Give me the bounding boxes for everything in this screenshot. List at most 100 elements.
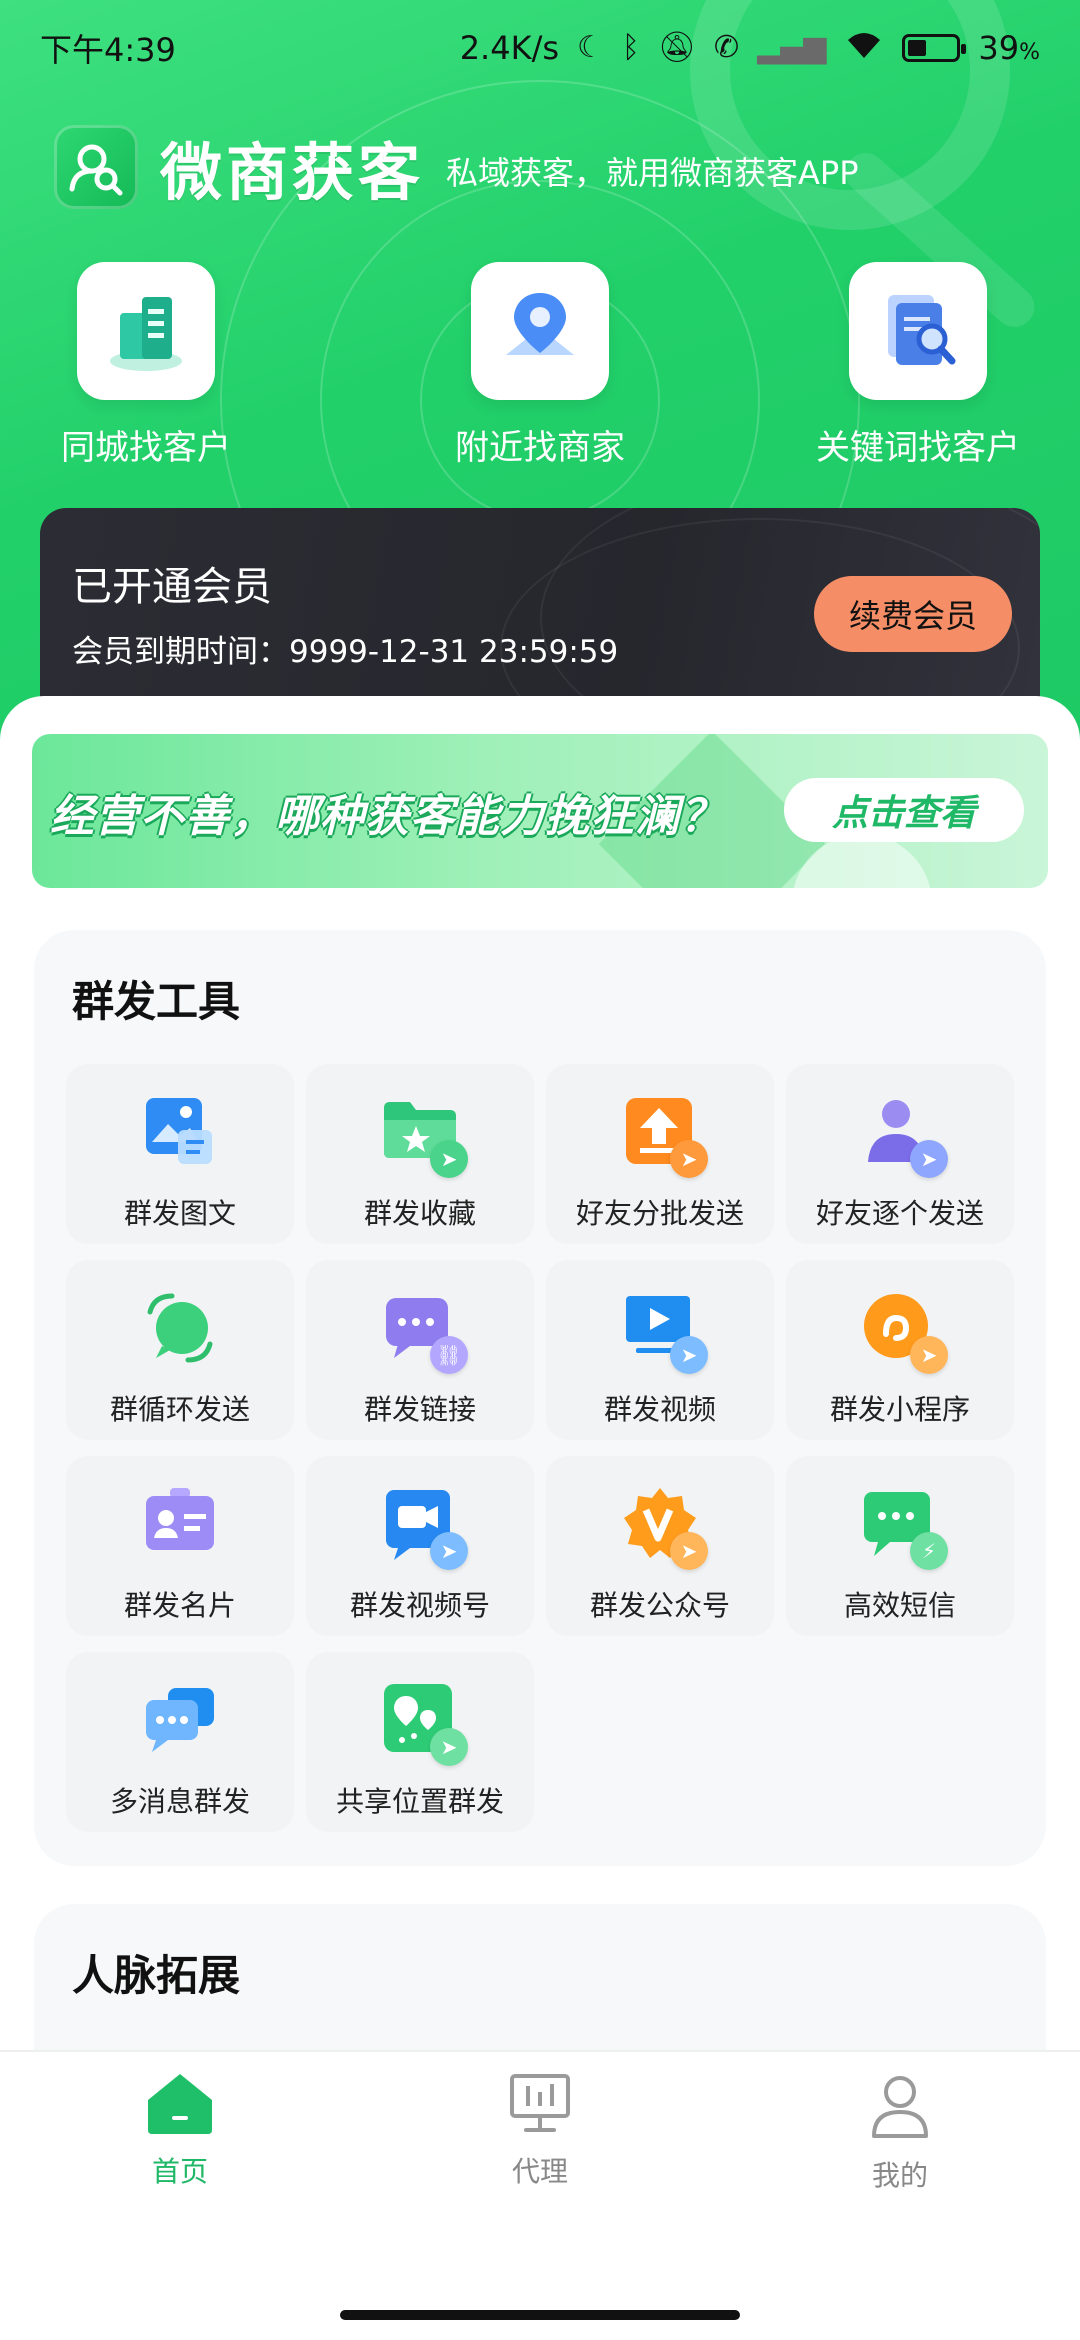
bottom-tab-bar: 首页 代理 我的: [0, 2050, 1080, 2340]
tab-label: 我的: [871, 2159, 928, 2192]
official-account-icon: ➤: [620, 1484, 708, 1570]
tool-label: 群发链接: [363, 1393, 476, 1426]
tool-label: 好友分批发送: [575, 1197, 744, 1230]
send-badge-icon: ➤: [430, 1140, 468, 1178]
upload-batch-icon: ➤: [620, 1092, 708, 1178]
network-speed: 2.4K/s: [459, 29, 560, 67]
shared-location-icon: ➤: [380, 1680, 468, 1766]
content-sheet: 经营不善，哪种获客能力挽狂澜？ 点击查看 群发工具 群发图文 ➤ 群发收藏 ➤ …: [0, 696, 1080, 2104]
bulk-send-tools-section: 群发工具 群发图文 ➤ 群发收藏 ➤ 好友分批发送 ➤ 好友逐个发送 群循环发送…: [34, 930, 1046, 1866]
tool-item-bulk-link[interactable]: ⛓ 群发链接: [306, 1260, 534, 1440]
app-slogan: 私域获客，就用微商获客APP: [446, 154, 859, 192]
tool-item-shared-location[interactable]: ➤ 共享位置群发: [306, 1652, 534, 1832]
wifi-icon: [844, 30, 884, 66]
tab-label: 代理: [511, 2155, 568, 2188]
membership-title: 已开通会员: [72, 564, 272, 610]
brand-header: 微商获客 私域获客，就用微商获客APP: [54, 122, 859, 212]
tool-label: 群发名片: [123, 1589, 236, 1622]
sms-flash-icon: ⚡: [860, 1484, 948, 1570]
send-badge-icon: ➤: [670, 1336, 708, 1374]
quick-action-nearby-merchants[interactable]: 附近找商家: [410, 262, 670, 469]
bluetooth-icon: ᛒ: [621, 30, 640, 65]
app-name: 微商获客: [160, 136, 425, 209]
tool-item-efficient-sms[interactable]: ⚡ 高效短信: [786, 1456, 1014, 1636]
tool-label: 群循环发送: [109, 1393, 250, 1426]
tool-label: 群发收藏: [363, 1197, 476, 1230]
send-badge-icon: ➤: [430, 1728, 468, 1766]
status-bar: 下午4:39 2.4K/s ☾ ᛒ 🔕︎ ✆ ▂▄▆ 39%: [0, 0, 1080, 96]
link-badge-icon: ⛓: [430, 1336, 468, 1374]
home-indicator[interactable]: [340, 2310, 740, 2320]
tool-item-bulk-favorites[interactable]: ➤ 群发收藏: [306, 1064, 534, 1244]
tool-label: 好友逐个发送: [815, 1197, 984, 1230]
promo-headline: 经营不善，哪种获客能力挽狂澜？: [50, 791, 725, 842]
tab-label: 首页: [151, 2155, 208, 2188]
bell-muted-icon: 🔕︎: [657, 30, 697, 65]
tool-item-bulk-video[interactable]: ➤ 群发视频: [546, 1260, 774, 1440]
tool-item-bulk-business-card[interactable]: 群发名片: [66, 1456, 294, 1636]
section-title: 人脉拓展: [72, 1951, 241, 2000]
app-logo-icon: [54, 125, 138, 209]
folder-star-icon: ➤: [380, 1092, 468, 1178]
send-badge-icon: ➤: [910, 1140, 948, 1178]
user-send-icon: ➤: [860, 1092, 948, 1178]
header-hero: 下午4:39 2.4K/s ☾ ᛒ 🔕︎ ✆ ▂▄▆ 39% 微商获客 私域获客…: [0, 0, 1080, 760]
tab-home[interactable]: 首页: [80, 2072, 280, 2190]
multi-message-icon: [140, 1680, 220, 1760]
home-icon: [80, 2072, 280, 2140]
tool-label: 共享位置群发: [335, 1785, 504, 1818]
send-badge-icon: ➤: [670, 1532, 708, 1570]
quick-actions: 同城找客户 附近找商家 关键词找客户: [0, 262, 1080, 472]
tool-item-bulk-video-channel[interactable]: ➤ 群发视频号: [306, 1456, 534, 1636]
video-play-icon: ➤: [620, 1288, 708, 1374]
video-channel-icon: ➤: [380, 1484, 468, 1570]
map-pin-icon: [471, 262, 609, 400]
building-icon: [77, 262, 215, 400]
tool-label: 群发小程序: [829, 1393, 970, 1426]
tool-label: 高效短信: [843, 1589, 956, 1622]
document-search-icon: [849, 262, 987, 400]
send-badge-icon: ➤: [430, 1532, 468, 1570]
status-time: 下午4:39: [40, 31, 176, 69]
tool-label: 群发图文: [123, 1197, 236, 1230]
image-text-icon: [140, 1092, 220, 1172]
tool-label: 群发视频号: [349, 1589, 490, 1622]
moon-icon: ☾: [577, 30, 604, 65]
chat-loop-icon: [140, 1288, 220, 1368]
renew-membership-button[interactable]: 续费会员: [814, 576, 1012, 652]
signal-icon: ▂▄▆: [757, 30, 827, 65]
tool-item-bulk-mini-program[interactable]: ➤ 群发小程序: [786, 1260, 1014, 1440]
chat-link-icon: ⛓: [380, 1288, 468, 1374]
quick-action-local-customers[interactable]: 同城找客户: [16, 262, 276, 469]
quick-action-label: 同城找客户: [61, 428, 231, 468]
battery-level: 39%: [978, 29, 1040, 67]
tool-item-bulk-image-text[interactable]: 群发图文: [66, 1064, 294, 1244]
tool-label: 群发公众号: [589, 1589, 730, 1622]
membership-card: 已开通会员 会员到期时间：9999-12-31 23:59:59 续费会员: [40, 508, 1040, 728]
tool-item-multi-message[interactable]: 多消息群发: [66, 1652, 294, 1832]
mini-program-icon: ➤: [860, 1288, 948, 1374]
send-badge-icon: ➤: [670, 1140, 708, 1178]
business-card-icon: [140, 1484, 220, 1564]
tool-label: 多消息群发: [109, 1785, 250, 1818]
tab-profile[interactable]: 我的: [800, 2072, 1000, 2194]
quick-action-label: 附近找商家: [455, 428, 625, 468]
tool-item-friends-batch-send[interactable]: ➤ 好友分批发送: [546, 1064, 774, 1244]
profile-icon: [800, 2072, 1000, 2144]
send-badge-icon: ➤: [910, 1336, 948, 1374]
agent-board-icon: [440, 2072, 640, 2140]
tool-item-friends-one-by-one[interactable]: ➤ 好友逐个发送: [786, 1064, 1014, 1244]
membership-expire: 会员到期时间：9999-12-31 23:59:59: [72, 634, 619, 670]
tool-label: 群发视频: [603, 1393, 716, 1426]
promo-banner[interactable]: 经营不善，哪种获客能力挽狂澜？ 点击查看: [32, 734, 1048, 888]
tab-agent[interactable]: 代理: [440, 2072, 640, 2190]
call-icon: ✆: [714, 30, 740, 65]
quick-action-keyword-customers[interactable]: 关键词找客户: [788, 262, 1048, 469]
section-title: 群发工具: [72, 977, 241, 1026]
flash-badge-icon: ⚡: [910, 1532, 948, 1570]
quick-action-label: 关键词找客户: [816, 428, 1020, 468]
battery-icon: [902, 34, 967, 62]
tool-item-bulk-official-account[interactable]: ➤ 群发公众号: [546, 1456, 774, 1636]
tool-item-group-loop-send[interactable]: 群循环发送: [66, 1260, 294, 1440]
promo-view-button[interactable]: 点击查看: [784, 778, 1024, 842]
